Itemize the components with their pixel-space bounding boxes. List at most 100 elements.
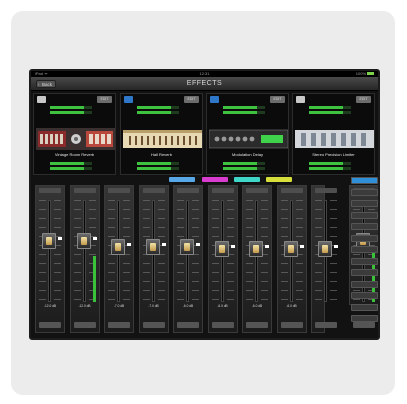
gain-readout: -6.0 dB: [182, 304, 194, 308]
fader-handle[interactable]: [42, 232, 56, 249]
effect-header: EDIT: [210, 96, 285, 104]
output-meters: [223, 162, 265, 172]
aux-send-button[interactable]: [351, 223, 378, 230]
edit-button[interactable]: EDIT: [97, 96, 112, 103]
edit-button[interactable]: EDIT: [184, 96, 199, 103]
channel-assign-button[interactable]: [73, 322, 96, 328]
channel-strip: -12.0 dB: [35, 185, 65, 333]
effect-panel[interactable]: EDIT Modulation Delay: [206, 93, 289, 175]
channel-assign-button[interactable]: [39, 322, 61, 328]
peak-indicator: [265, 245, 269, 249]
effect-device-image: [123, 130, 202, 148]
fader-handle[interactable]: [318, 241, 332, 258]
meter-bar: [223, 111, 265, 114]
channel-assign-button[interactable]: [211, 322, 234, 328]
bus-color-tab[interactable]: [169, 177, 195, 182]
channel-name-button[interactable]: [142, 188, 165, 193]
meter-bar: [137, 167, 179, 170]
aux-send-button[interactable]: [351, 246, 378, 253]
effect-device-image: [209, 129, 288, 149]
fader-track: [48, 200, 51, 302]
output-meters: [137, 162, 179, 172]
aux-send-button[interactable]: [351, 292, 378, 299]
fader-handle[interactable]: [111, 238, 125, 255]
input-meters: [137, 106, 179, 116]
channel-assign-button[interactable]: [280, 322, 303, 328]
effect-panel[interactable]: EDIT Stereo Precision Limiter: [292, 93, 375, 175]
fader-scale: [73, 200, 81, 302]
fader-handle[interactable]: [283, 241, 298, 258]
effect-name: Hall Reverb: [151, 152, 172, 157]
effect-header: EDIT: [296, 96, 371, 104]
peak-indicator: [334, 245, 338, 249]
meter-bar: [309, 106, 351, 109]
peak-indicator: [161, 242, 166, 246]
output-meters: [50, 162, 92, 172]
aux-send-button[interactable]: [351, 200, 378, 207]
aux-send-button[interactable]: [351, 177, 378, 184]
channel-assign-button[interactable]: [315, 322, 337, 328]
effect-panel[interactable]: EDIT Hall Reverb: [120, 93, 203, 175]
fader-handle[interactable]: [249, 241, 263, 258]
channel-assign-button[interactable]: [142, 322, 165, 328]
fader-handle[interactable]: [214, 241, 229, 258]
bus-color-tab[interactable]: [234, 177, 260, 182]
edit-button[interactable]: EDIT: [270, 96, 285, 103]
aux-send-button[interactable]: [351, 257, 378, 265]
input-meters: [223, 106, 265, 116]
channel-assign-button[interactable]: [108, 322, 130, 328]
meter-bar: [223, 167, 265, 170]
channel-strip: -6.0 dB: [207, 185, 238, 333]
meter-bar: [223, 106, 265, 109]
channel-assign-button[interactable]: [177, 322, 199, 328]
channel-strip: -7.0 dB: [138, 185, 169, 333]
meter-bar: [309, 111, 351, 114]
bus-color-tab[interactable]: [266, 177, 292, 182]
output-meters: [309, 162, 351, 172]
effect-type-icon[interactable]: [124, 96, 133, 103]
peak-indicator: [230, 245, 235, 249]
meter-bar: [50, 162, 92, 165]
aux-send-button[interactable]: [351, 234, 378, 242]
channel-strip: -12.0 dB: [69, 185, 100, 333]
effect-type-icon[interactable]: [37, 96, 46, 103]
bus-color-tab[interactable]: [202, 177, 228, 182]
channel-assign-button[interactable]: [353, 322, 375, 328]
aux-send-button[interactable]: [351, 211, 378, 219]
channel-name-button[interactable]: [280, 188, 303, 193]
peak-indicator: [299, 245, 304, 249]
aux-send-button[interactable]: [351, 315, 378, 322]
channel-assign-button[interactable]: [246, 322, 268, 328]
channel-name-button[interactable]: [39, 188, 61, 193]
channel-name-button[interactable]: [108, 188, 130, 193]
input-meters: [309, 106, 351, 116]
gain-readout: -7.0 dB: [113, 304, 125, 308]
effect-type-icon[interactable]: [296, 96, 305, 103]
effect-device-image: [295, 130, 374, 148]
channel-strip: -6.0 dB: [242, 185, 272, 333]
channel-name-button[interactable]: [211, 188, 234, 193]
aux-send-button[interactable]: [351, 269, 378, 276]
effects-rack: EDIT Vintage Room Reverb EDIT Hall Rever: [33, 93, 376, 175]
channel-name-button[interactable]: [73, 188, 96, 193]
channel-strip: -6.0 dB: [173, 185, 203, 333]
level-meter: [92, 256, 96, 302]
meter-bar: [50, 106, 92, 109]
effect-name: Vintage Room Reverb: [54, 152, 95, 157]
aux-send-button[interactable]: [351, 280, 378, 288]
channel-name-button[interactable]: [315, 188, 337, 193]
edit-button[interactable]: EDIT: [356, 96, 371, 103]
effect-type-icon[interactable]: [210, 96, 219, 103]
fader-handle[interactable]: [76, 232, 91, 249]
meter-bar: [223, 162, 265, 165]
aux-send-button[interactable]: [351, 188, 378, 196]
fader-handle[interactable]: [180, 238, 194, 255]
aux-send-button[interactable]: [351, 303, 378, 311]
effect-header: EDIT: [124, 96, 199, 104]
fader-handle[interactable]: [145, 238, 160, 255]
channel-name-button[interactable]: [246, 188, 268, 193]
effect-panel[interactable]: EDIT Vintage Room Reverb: [33, 93, 116, 175]
effect-name: Modulation Delay: [232, 152, 263, 157]
fader-scale: [54, 200, 61, 302]
channel-name-button[interactable]: [177, 188, 199, 193]
